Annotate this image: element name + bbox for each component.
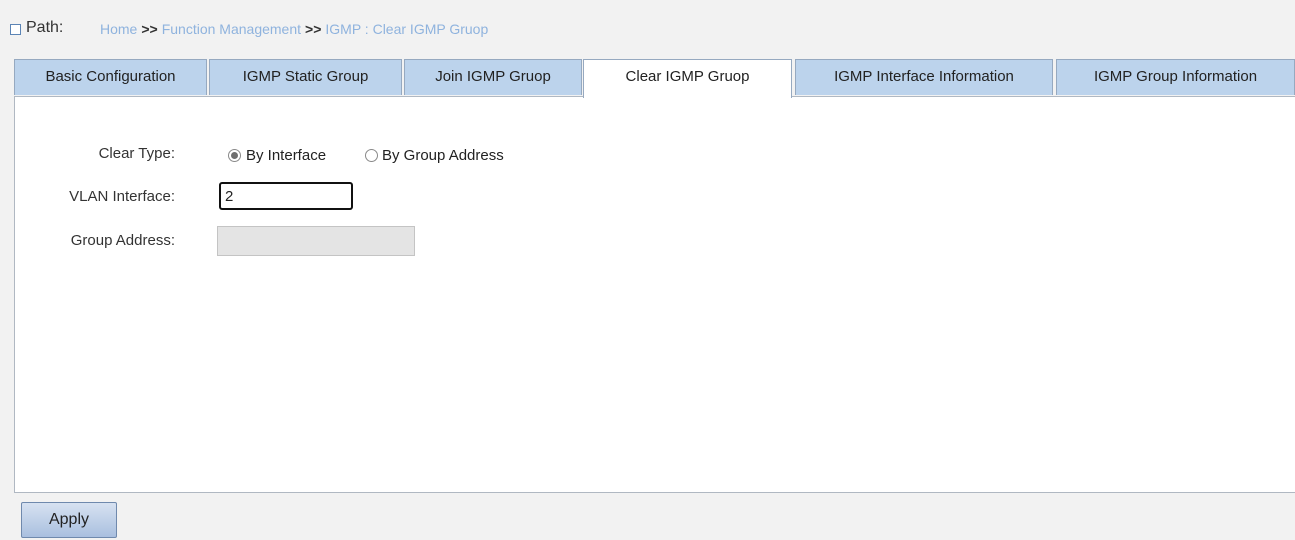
- breadcrumb-function-management[interactable]: Function Management: [162, 21, 301, 37]
- path-bar: Path: Home >> Function Management >> IGMP : …: [0, 0, 1295, 50]
- tab-igmp-static-group[interactable]: IGMP Static Group: [209, 59, 402, 95]
- clear-type-label: Clear Type:: [98, 145, 175, 162]
- square-icon: [10, 24, 21, 35]
- breadcrumb-separator: >>: [141, 21, 158, 37]
- group-address-input: [217, 226, 415, 256]
- apply-button[interactable]: Apply: [21, 502, 117, 538]
- tab-bar: Basic Configuration IGMP Static Group Jo…: [14, 59, 1295, 98]
- breadcrumb-separator: >>: [305, 21, 322, 37]
- by-interface-radio[interactable]: [228, 149, 241, 162]
- path-label: Path:: [26, 19, 64, 36]
- breadcrumb-current[interactable]: IGMP : Clear IGMP Gruop: [325, 21, 488, 37]
- vlan-interface-label: VLAN Interface:: [69, 188, 175, 205]
- tab-basic-configuration[interactable]: Basic Configuration: [14, 59, 207, 95]
- vlan-interface-input[interactable]: [219, 182, 353, 210]
- tab-igmp-group-information[interactable]: IGMP Group Information: [1056, 59, 1295, 95]
- clear-group-form: Clear Type: By Interface By Group Addres…: [14, 96, 1295, 493]
- by-group-address-radio[interactable]: [365, 149, 378, 162]
- by-interface-label[interactable]: By Interface: [246, 147, 326, 164]
- tab-clear-igmp-group[interactable]: Clear IGMP Gruop: [583, 59, 792, 98]
- group-address-label: Group Address:: [70, 232, 175, 249]
- breadcrumb: Home >> Function Management >> IGMP : Clear …: [100, 21, 488, 37]
- tab-igmp-interface-information[interactable]: IGMP Interface Information: [795, 59, 1053, 95]
- breadcrumb-home[interactable]: Home: [100, 21, 137, 37]
- by-group-address-label[interactable]: By Group Address: [382, 147, 504, 164]
- tab-join-igmp-group[interactable]: Join IGMP Gruop: [404, 59, 582, 95]
